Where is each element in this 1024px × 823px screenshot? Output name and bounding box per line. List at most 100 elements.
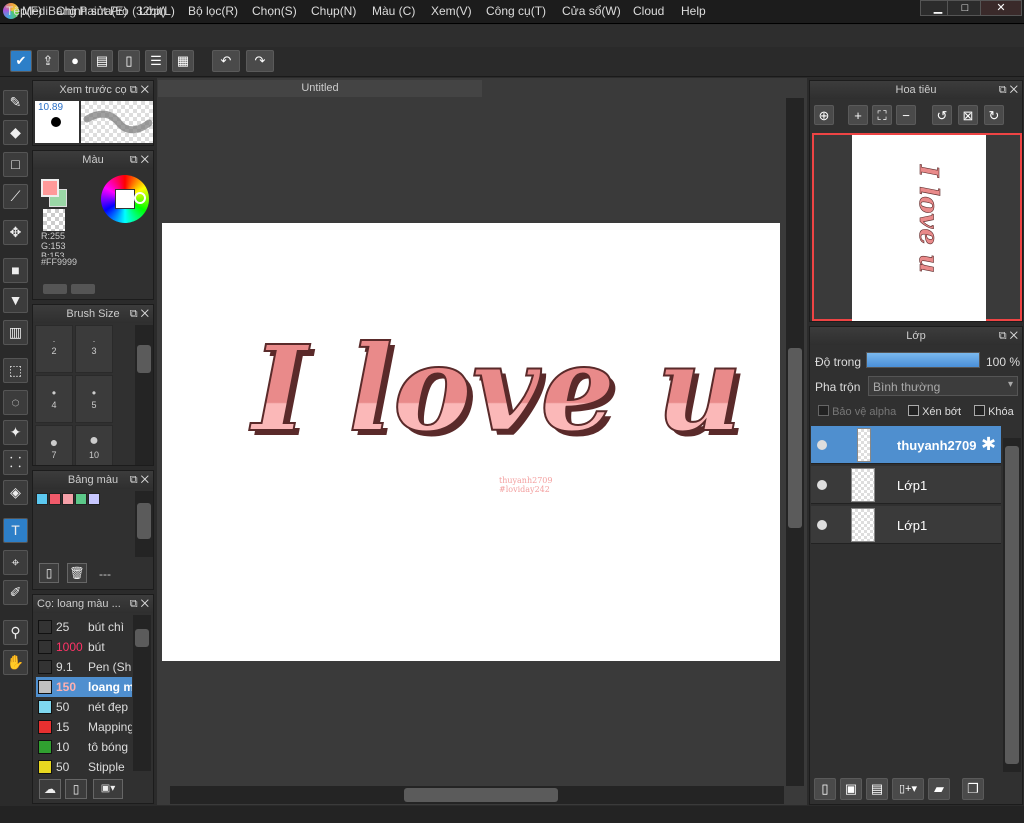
eyedropper-tool-icon[interactable]: ⚲: [3, 620, 28, 645]
palette-swatch[interactable]: [88, 493, 100, 505]
move-tool-icon[interactable]: ✥: [3, 220, 28, 245]
drawing-canvas[interactable]: I love u I love u thuyanh2709 #loviday24…: [162, 223, 780, 661]
panel-float-close-icon[interactable]: ⧉ ✕: [130, 305, 149, 323]
magic-wand-icon[interactable]: ✦: [3, 420, 28, 445]
speech-bubble-icon[interactable]: ●: [64, 50, 86, 72]
gear-icon[interactable]: ✱: [981, 434, 996, 455]
menu-color[interactable]: Màu (C): [372, 4, 415, 18]
close-button[interactable]: ✕: [980, 0, 1022, 16]
primary-color-swatch[interactable]: [41, 179, 59, 197]
brush-list-item[interactable]: 50 nét đẹp: [36, 697, 132, 717]
brush-tool-icon[interactable]: ✎: [3, 90, 28, 115]
cloud-brush-icon[interactable]: ☁: [39, 779, 61, 799]
menu-help[interactable]: Help: [681, 4, 706, 18]
palette-swatch[interactable]: [36, 493, 48, 505]
menu-filter[interactable]: Bộ lọc(R): [188, 4, 238, 18]
menu-file[interactable]: Tệp(F): [6, 4, 42, 18]
panel-float-close-icon[interactable]: ⧉ ✕: [999, 81, 1018, 99]
palette-scrollbar[interactable]: [135, 491, 153, 557]
eraser-tool-icon[interactable]: ◆: [3, 120, 28, 145]
menu-select[interactable]: Chọn(S): [252, 4, 297, 18]
folder-icon[interactable]: ▰: [928, 778, 950, 800]
panel-float-close-icon[interactable]: ⧉ ✕: [130, 81, 149, 99]
maximize-button[interactable]: □: [947, 0, 983, 16]
color-wheel[interactable]: [101, 175, 149, 223]
share-icon[interactable]: ⇪: [37, 50, 59, 72]
text-tool-icon[interactable]: T: [3, 518, 28, 543]
brush-size-scrollbar[interactable]: [135, 325, 153, 465]
grid-edit-icon[interactable]: ▦: [172, 50, 194, 72]
layers-scrollbar[interactable]: [1003, 438, 1021, 772]
rect-select-icon[interactable]: ⬚: [3, 358, 28, 383]
add-brush-menu-icon[interactable]: ▣▾: [93, 779, 123, 799]
layer-row[interactable]: Lớp1: [811, 506, 1001, 544]
list-icon[interactable]: ☰: [145, 50, 167, 72]
brush-list-item[interactable]: 25 bút chì: [36, 617, 132, 637]
new-halftone-layer-icon[interactable]: ▣: [840, 778, 862, 800]
menu-layer[interactable]: Lớp(L): [139, 4, 175, 18]
color-square[interactable]: [115, 189, 135, 209]
size-cell[interactable]: · 2: [35, 325, 73, 373]
visibility-eye-icon[interactable]: [817, 480, 827, 490]
size-cell[interactable]: · 3: [75, 325, 113, 373]
blend-mode-select[interactable]: Bình thường ▾: [868, 376, 1018, 396]
brush-list-item[interactable]: 10 tô bóng: [36, 737, 132, 757]
palette-swatch[interactable]: [62, 493, 74, 505]
visibility-eye-icon[interactable]: [817, 440, 827, 450]
fit-window-icon[interactable]: ⛶: [872, 105, 892, 125]
document-tab[interactable]: Untitled: [158, 80, 482, 97]
shape-tool-icon[interactable]: □: [3, 152, 28, 177]
brush-list-item[interactable]: 50 Stipple: [36, 757, 132, 777]
hue-handle[interactable]: [134, 192, 146, 204]
size-cell[interactable]: ● 7: [35, 425, 73, 465]
redo-icon[interactable]: ↷: [246, 50, 274, 72]
layer-row[interactable]: Lớp1: [811, 466, 1001, 504]
clipping-checkbox[interactable]: Xén bớt: [908, 405, 961, 418]
menu-edit[interactable]: Chỉnh sửa(E): [56, 4, 127, 18]
gradient-tool-icon[interactable]: ▥: [3, 320, 28, 345]
transparent-color-swatch[interactable]: [43, 209, 65, 231]
zoom-actual-icon[interactable]: ⊕: [814, 105, 834, 125]
zoom-in-icon[interactable]: +: [848, 105, 868, 125]
menu-window[interactable]: Cửa sổ(W): [562, 4, 621, 18]
panel-float-close-icon[interactable]: ⧉ ✕: [130, 471, 149, 489]
reset-rotation-icon[interactable]: ⊠: [958, 105, 978, 125]
menu-snap[interactable]: Chụp(N): [311, 4, 356, 18]
palette-swatch[interactable]: [75, 493, 87, 505]
operation-tool-icon[interactable]: ⌖: [3, 550, 28, 575]
document-icon[interactable]: ▯: [118, 50, 140, 72]
line-tool-icon[interactable]: ⟋: [3, 184, 28, 209]
lasso-select-icon[interactable]: ◌: [3, 390, 28, 415]
menu-cloud[interactable]: Cloud: [633, 4, 664, 18]
rotate-left-icon[interactable]: ↺: [932, 105, 952, 125]
brush-list-item[interactable]: 9.1 Pen (Sh: [36, 657, 132, 677]
select-eraser-icon[interactable]: ◈: [3, 480, 28, 505]
size-cell[interactable]: ● 10: [75, 425, 113, 465]
hand-tool-icon[interactable]: ✋: [3, 650, 28, 675]
duplicate-layer-icon[interactable]: ❐: [962, 778, 984, 800]
divide-tool-icon[interactable]: ✐: [3, 580, 28, 605]
new-layer-icon[interactable]: ▯: [814, 778, 836, 800]
panel-float-close-icon[interactable]: ⧉ ✕: [130, 595, 149, 613]
new-1bit-layer-icon[interactable]: ▤: [866, 778, 888, 800]
brush-list-item-selected[interactable]: 150 loang m: [36, 677, 132, 697]
opacity-slider[interactable]: [866, 352, 980, 368]
new-palette-icon[interactable]: ▯: [39, 563, 59, 583]
size-cell[interactable]: • 4: [35, 375, 73, 423]
undo-icon[interactable]: ↶: [212, 50, 240, 72]
brush-list-item[interactable]: 1000 bút: [36, 637, 132, 657]
protect-alpha-checkbox[interactable]: Bảo vệ alpha: [818, 405, 896, 418]
comment-icon[interactable]: ▤: [91, 50, 113, 72]
canvas-vertical-scrollbar[interactable]: [786, 98, 804, 786]
bucket-tool-icon[interactable]: ▼: [3, 288, 28, 313]
color-mode-button-2[interactable]: [71, 284, 95, 294]
canvas-horizontal-scrollbar[interactable]: [170, 786, 784, 804]
brush-list-scrollbar[interactable]: [133, 615, 151, 771]
select-pen-icon[interactable]: ⸬: [3, 450, 28, 475]
panel-float-close-icon[interactable]: ⧉ ✕: [130, 151, 149, 169]
palette-swatch[interactable]: [49, 493, 61, 505]
zoom-out-icon[interactable]: −: [896, 105, 916, 125]
add-layer-menu-icon[interactable]: ▯+▾: [892, 778, 924, 800]
new-brush-icon[interactable]: ▯: [65, 779, 87, 799]
rotate-right-icon[interactable]: ↻: [984, 105, 1004, 125]
